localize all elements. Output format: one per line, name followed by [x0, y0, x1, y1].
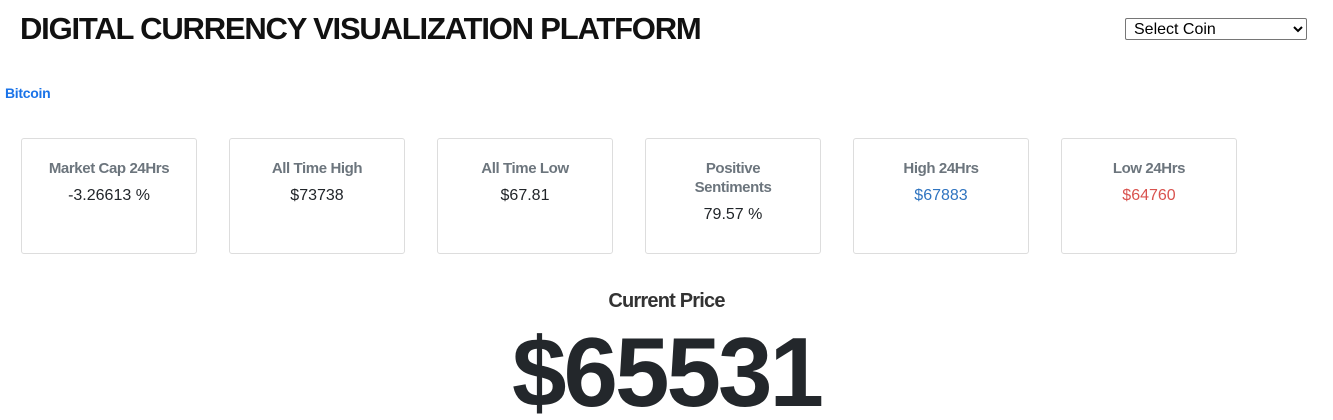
stat-card-all-time-high: All Time High $73738	[229, 138, 405, 254]
stat-card-market-cap: Market Cap 24Hrs -3.26613 %	[21, 138, 197, 254]
coin-name-link[interactable]: Bitcoin	[5, 85, 51, 101]
stat-value: $64760	[1122, 187, 1176, 204]
stat-card-high-24hrs: High 24Hrs $67883	[853, 138, 1029, 254]
stat-value: $67.81	[500, 187, 550, 204]
current-price-label: Current Price	[608, 290, 725, 312]
stat-label: All Time Low	[481, 160, 569, 177]
stat-value: 79.57 %	[703, 206, 763, 223]
current-price-value: $65531	[511, 317, 824, 420]
stat-value: $73738	[290, 187, 344, 204]
stat-card-positive-sentiments: Positive Sentiments 79.57 %	[645, 138, 821, 254]
stat-label: Positive Sentiments	[694, 160, 772, 196]
stat-card-all-time-low: All Time Low $67.81	[437, 138, 613, 254]
stat-value: $67883	[914, 187, 968, 204]
stat-card-low-24hrs: Low 24Hrs $64760	[1061, 138, 1237, 254]
stat-label: All Time High	[271, 160, 363, 177]
stat-label: Market Cap 24Hrs	[48, 160, 170, 177]
page: DIGITAL CURRENCY VISUALIZATION PLATFORM …	[0, 0, 1333, 420]
app-title: DIGITAL CURRENCY VISUALIZATION PLATFORM	[20, 11, 702, 46]
stat-label: High 24Hrs	[903, 160, 979, 177]
stat-value: -3.26613 %	[68, 187, 150, 204]
stat-label: Low 24Hrs	[1112, 160, 1186, 177]
coin-select[interactable]: Select Coin	[1125, 18, 1307, 40]
